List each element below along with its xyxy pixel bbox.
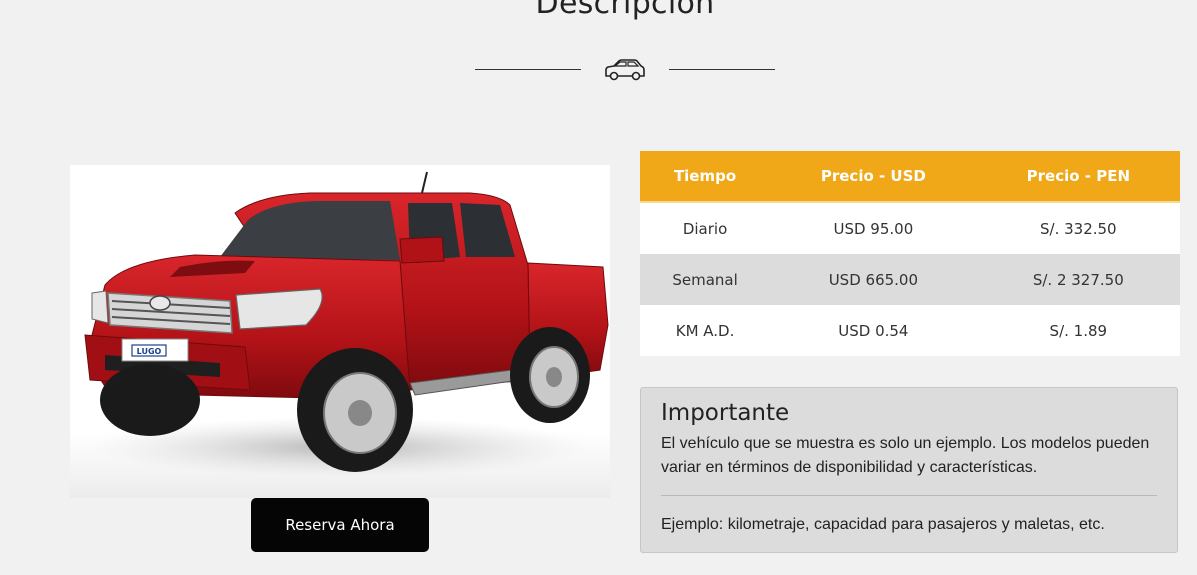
price-cell-period: Diario [640, 202, 771, 254]
divider-line-right [669, 69, 775, 70]
page: Descripción LUGO Reserva Ahora Tiempo Pr… [0, 0, 1197, 575]
section-title: Descripción [535, 0, 715, 21]
price-cell-usd: USD 0.54 [770, 305, 977, 356]
important-separator [661, 495, 1157, 496]
price-cell-pen: S/. 332.50 [976, 202, 1180, 254]
vehicle-image: LUGO [70, 165, 610, 498]
price-row-km: KM A.D. USD 0.54 S/. 1.89 [640, 305, 1180, 356]
price-row-diario: Diario USD 95.00 S/. 332.50 [640, 202, 1180, 254]
important-text: El vehículo que se muestra es solo un ej… [661, 435, 1150, 476]
price-cell-period: Semanal [640, 254, 771, 305]
price-table: Tiempo Precio - USD Precio - PEN Diario … [640, 151, 1180, 356]
license-plate-text: LUGO [137, 347, 162, 356]
important-title: Importante [661, 400, 790, 426]
reserve-now-button[interactable]: Reserva Ahora [251, 498, 429, 552]
price-cell-period: KM A.D. [640, 305, 771, 356]
important-example: Ejemplo: kilometraje, capacidad para pas… [661, 516, 1105, 533]
header-precio-pen: Precio - PEN [976, 151, 1180, 203]
title-divider [475, 55, 775, 85]
price-row-semanal: Semanal USD 665.00 S/. 2 327.50 [640, 254, 1180, 305]
header-precio-usd: Precio - USD [770, 151, 977, 203]
price-cell-pen: S/. 2 327.50 [976, 254, 1180, 305]
price-cell-pen: S/. 1.89 [976, 305, 1180, 356]
important-notice: Importante El vehículo que se muestra es… [640, 387, 1178, 553]
divider-line-left [475, 69, 581, 70]
car-icon [605, 59, 645, 81]
pickup-truck-illustration: LUGO [84, 171, 609, 477]
price-cell-usd: USD 665.00 [770, 254, 977, 305]
price-table-header-row: Tiempo Precio - USD Precio - PEN [640, 151, 1180, 203]
price-cell-usd: USD 95.00 [770, 202, 977, 254]
header-tiempo: Tiempo [640, 151, 771, 203]
